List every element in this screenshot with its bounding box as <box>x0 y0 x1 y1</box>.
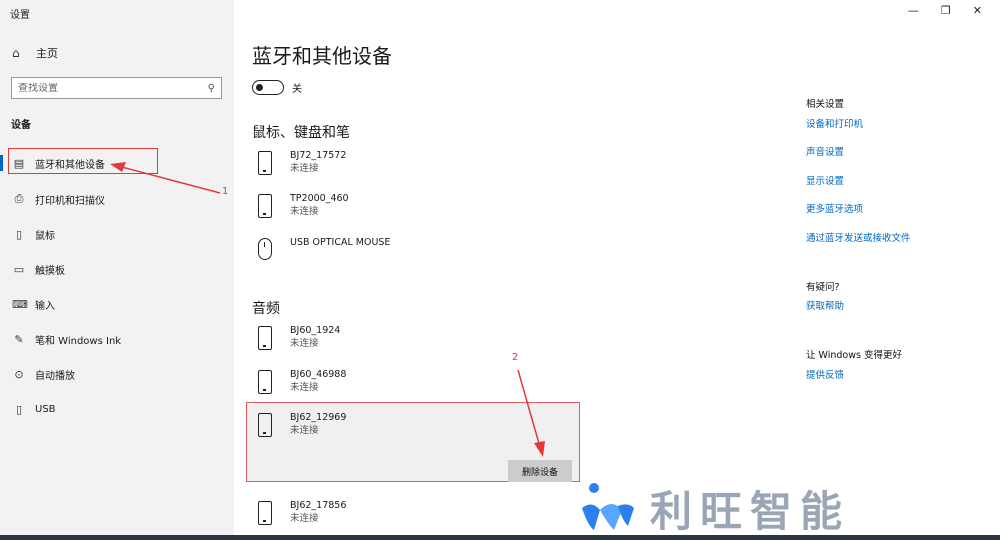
brand-text: 利旺智能 <box>650 487 851 536</box>
link-devices-printers[interactable]: 设备和打印机 <box>806 116 863 130</box>
phone-icon <box>258 194 272 218</box>
device-name: BJ72_17572 <box>290 150 347 161</box>
bluetooth-toggle-label: 关 <box>292 84 302 95</box>
phone-icon <box>258 413 272 437</box>
remove-device-button[interactable]: 删除设备 <box>508 460 572 482</box>
mouse-icon: ▯ <box>15 227 23 241</box>
printer-icon: ⎙ <box>14 192 24 205</box>
autoplay-icon: ⊙ <box>14 367 24 381</box>
link-sound-settings[interactable]: 声音设置 <box>806 144 844 158</box>
sidebar-item-label: 自动播放 <box>35 370 75 382</box>
phone-icon <box>258 370 272 394</box>
link-bluetooth-send-receive[interactable]: 通过蓝牙发送或接收文件 <box>806 230 911 244</box>
pen-icon: ✎ <box>14 332 24 346</box>
search-box[interactable]: ⚲ <box>11 77 222 99</box>
brand-watermark: 利旺智能 <box>578 478 850 539</box>
mouse-icon <box>258 238 272 260</box>
help-heading: 有疑问? <box>806 282 840 293</box>
sidebar-item-label: 笔和 Windows Ink <box>35 335 122 347</box>
page-title: 蓝牙和其他设备 <box>252 44 392 68</box>
sidebar-item-label: 打印机和扫描仪 <box>35 195 105 207</box>
sidebar-item-autoplay[interactable]: ⊙ 自动播放 <box>0 362 234 386</box>
usb-icon: ▯ <box>15 402 23 416</box>
device-item-selected[interactable]: BJ62_12969 未连接 <box>252 411 346 437</box>
device-item[interactable]: BJ72_17572 未连接 <box>252 149 346 175</box>
link-more-bluetooth[interactable]: 更多蓝牙选项 <box>806 201 863 215</box>
home-label: 主页 <box>36 47 58 60</box>
related-settings-heading: 相关设置 <box>806 99 845 110</box>
bluetooth-toggle[interactable] <box>252 80 284 95</box>
brand-logo-icon <box>582 482 634 530</box>
device-status: 未连接 <box>290 338 319 349</box>
device-name: BJ60_46988 <box>290 369 347 380</box>
annotation-number-2: 2 <box>512 352 519 363</box>
group-title-input-devices: 鼠标、键盘和笔 <box>252 125 350 141</box>
device-status: 未连接 <box>290 513 319 524</box>
sidebar-item-pen[interactable]: ✎ 笔和 Windows Ink <box>0 327 234 351</box>
minimize-button[interactable]: — <box>908 4 919 17</box>
sidebar-item-label: USB <box>35 403 56 415</box>
sidebar-item-typing[interactable]: ⌨ 输入 <box>0 292 234 316</box>
link-get-help[interactable]: 获取帮助 <box>806 298 844 312</box>
link-give-feedback[interactable]: 提供反馈 <box>806 367 844 381</box>
touchpad-icon: ▭ <box>13 262 25 276</box>
device-item[interactable]: BJ60_1924 未连接 <box>252 324 340 350</box>
device-item[interactable]: TP2000_460 未连接 <box>252 192 349 218</box>
feedback-heading: 让 Windows 变得更好 <box>806 350 902 361</box>
sidebar-item-label: 鼠标 <box>35 230 55 242</box>
sidebar: 设置 ⌂ 主页 ⚲ 设备 ▤ 蓝牙和其他设备 ⎙ 打印机和扫描仪 ▯ 鼠标 ▭ … <box>0 0 234 540</box>
device-status: 未连接 <box>290 425 319 436</box>
device-name: BJ62_17856 <box>290 500 347 511</box>
sidebar-item-label: 触摸板 <box>35 265 65 277</box>
close-button[interactable]: ✕ <box>973 4 982 17</box>
link-display-settings[interactable]: 显示设置 <box>806 173 844 187</box>
sidebar-item-label: 输入 <box>35 300 55 312</box>
device-name: TP2000_460 <box>290 193 349 204</box>
sidebar-item-mouse[interactable]: ▯ 鼠标 <box>0 222 234 246</box>
bluetooth-toggle-row: 关 <box>252 80 302 95</box>
phone-icon <box>258 151 272 175</box>
phone-icon <box>258 501 272 525</box>
phone-icon <box>258 326 272 350</box>
device-name: USB OPTICAL MOUSE <box>290 237 391 248</box>
sidebar-item-usb[interactable]: ▯ USB <box>0 397 234 421</box>
keyboard-icon: ⌨ <box>12 297 28 311</box>
sidebar-home[interactable]: ⌂ 主页 <box>12 45 58 61</box>
device-name: BJ60_1924 <box>290 325 341 336</box>
device-item[interactable]: BJ62_17856 未连接 <box>252 499 346 525</box>
search-input[interactable] <box>18 82 188 94</box>
device-status: 未连接 <box>290 163 319 174</box>
device-status: 未连接 <box>290 382 319 393</box>
taskbar-edge <box>0 535 1000 540</box>
home-icon: ⌂ <box>12 46 20 60</box>
search-icon[interactable]: ⚲ <box>208 83 215 94</box>
restore-button[interactable]: ❐ <box>941 4 951 17</box>
group-title-audio: 音频 <box>252 301 280 317</box>
annotation-number-1: 1 <box>222 186 229 197</box>
device-item[interactable]: USB OPTICAL MOUSE <box>252 236 390 260</box>
device-item[interactable]: BJ60_46988 未连接 <box>252 368 346 394</box>
app-title: 设置 <box>10 10 30 21</box>
device-name: BJ62_12969 <box>290 412 347 423</box>
window-controls: — ❐ ✕ <box>908 4 982 17</box>
device-status: 未连接 <box>290 206 319 217</box>
annotation-arrow-2 <box>517 369 545 457</box>
annotation-arrow-1 <box>110 162 221 194</box>
section-label-devices: 设备 <box>11 120 31 131</box>
sidebar-item-touchpad[interactable]: ▭ 触摸板 <box>0 257 234 281</box>
